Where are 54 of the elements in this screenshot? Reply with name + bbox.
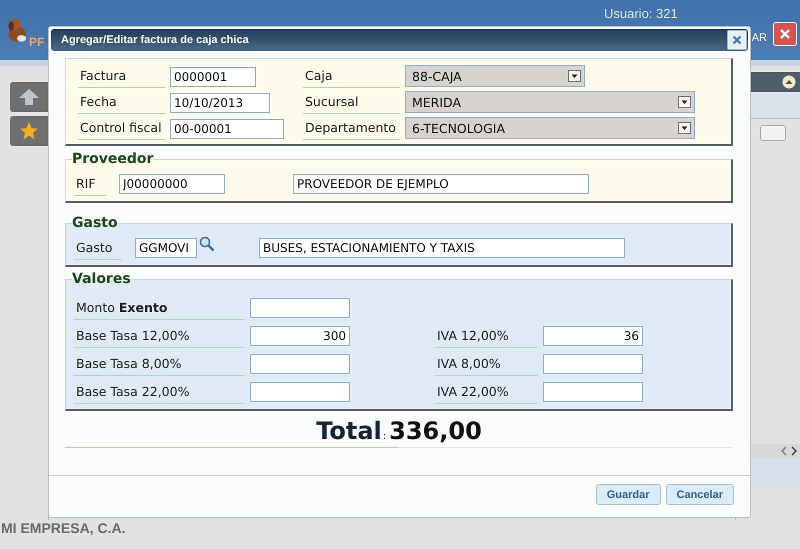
- dropdown[interactable]: MERIDA: [405, 91, 695, 113]
- input-field[interactable]: [543, 354, 643, 374]
- input-field[interactable]: GGMOVI: [135, 238, 197, 258]
- dropdown[interactable]: 6-TECNOLOGIA: [405, 117, 695, 139]
- input-field[interactable]: [543, 382, 643, 402]
- dialog-title: Agregar/Editar factura de caja chica: [61, 34, 250, 46]
- field-label: RIF: [74, 172, 106, 196]
- cancel-button[interactable]: Cancelar: [666, 484, 734, 505]
- field-label: Base Tasa 12,00%: [74, 324, 245, 348]
- field-label: Control fiscal: [78, 116, 165, 140]
- field-label: IVA 22,00%: [435, 380, 538, 404]
- search-icon[interactable]: [199, 236, 215, 252]
- field-label: Sucursal: [303, 90, 400, 114]
- up-arrow-icon: [18, 88, 40, 106]
- input-field[interactable]: 0000001: [170, 66, 256, 86]
- field-label: Fecha: [78, 90, 165, 114]
- close-icon: [779, 28, 791, 40]
- total-value: 336,00: [389, 417, 482, 445]
- input-field[interactable]: 00-00001: [170, 118, 284, 138]
- input-field[interactable]: 10/10/2013: [170, 92, 270, 112]
- close-button[interactable]: [727, 30, 747, 50]
- input-field[interactable]: PROVEEDOR DE EJEMPLO: [293, 174, 589, 194]
- close-icon: [732, 35, 742, 45]
- input-field[interactable]: [250, 382, 350, 402]
- input-field[interactable]: [250, 354, 350, 374]
- input-field[interactable]: 300: [250, 326, 350, 346]
- field-label: Monto Exento: [74, 296, 245, 320]
- field-label: IVA 8,00%: [435, 352, 538, 376]
- input-field[interactable]: [250, 298, 350, 318]
- input-field[interactable]: 36: [543, 326, 643, 346]
- save-button[interactable]: Guardar: [596, 484, 661, 505]
- collapse-icon[interactable]: [782, 75, 796, 89]
- field-label: Base Tasa 8,00%: [74, 352, 245, 376]
- header-link[interactable]: AR: [752, 32, 767, 44]
- total-separator: :: [382, 431, 386, 442]
- total-label: Total: [316, 417, 382, 445]
- section-title: Gasto: [72, 215, 118, 231]
- section-title: Valores: [72, 271, 131, 287]
- field-label: Gasto: [74, 236, 122, 260]
- section-title: Proveedor: [72, 151, 154, 167]
- field-label: Factura: [78, 64, 165, 88]
- field-label: Departamento: [303, 116, 400, 140]
- field-label: Base Tasa 22,00%: [74, 380, 245, 404]
- logo-text: PF: [29, 35, 44, 49]
- user-label: Usuario: 321: [604, 6, 678, 21]
- company-name: MI EMPRESA, C.A.: [0, 520, 126, 536]
- star-icon: [19, 121, 39, 141]
- favorites-button[interactable]: [10, 116, 48, 146]
- panel-field[interactable]: [760, 125, 786, 141]
- dropdown[interactable]: 88-CAJA: [405, 65, 585, 87]
- home-button[interactable]: [10, 82, 48, 112]
- input-field[interactable]: BUSES, ESTACIONAMIENTO Y TAXIS: [259, 238, 625, 258]
- field-label: IVA 12,00%: [435, 324, 538, 348]
- field-label: Caja: [303, 64, 400, 88]
